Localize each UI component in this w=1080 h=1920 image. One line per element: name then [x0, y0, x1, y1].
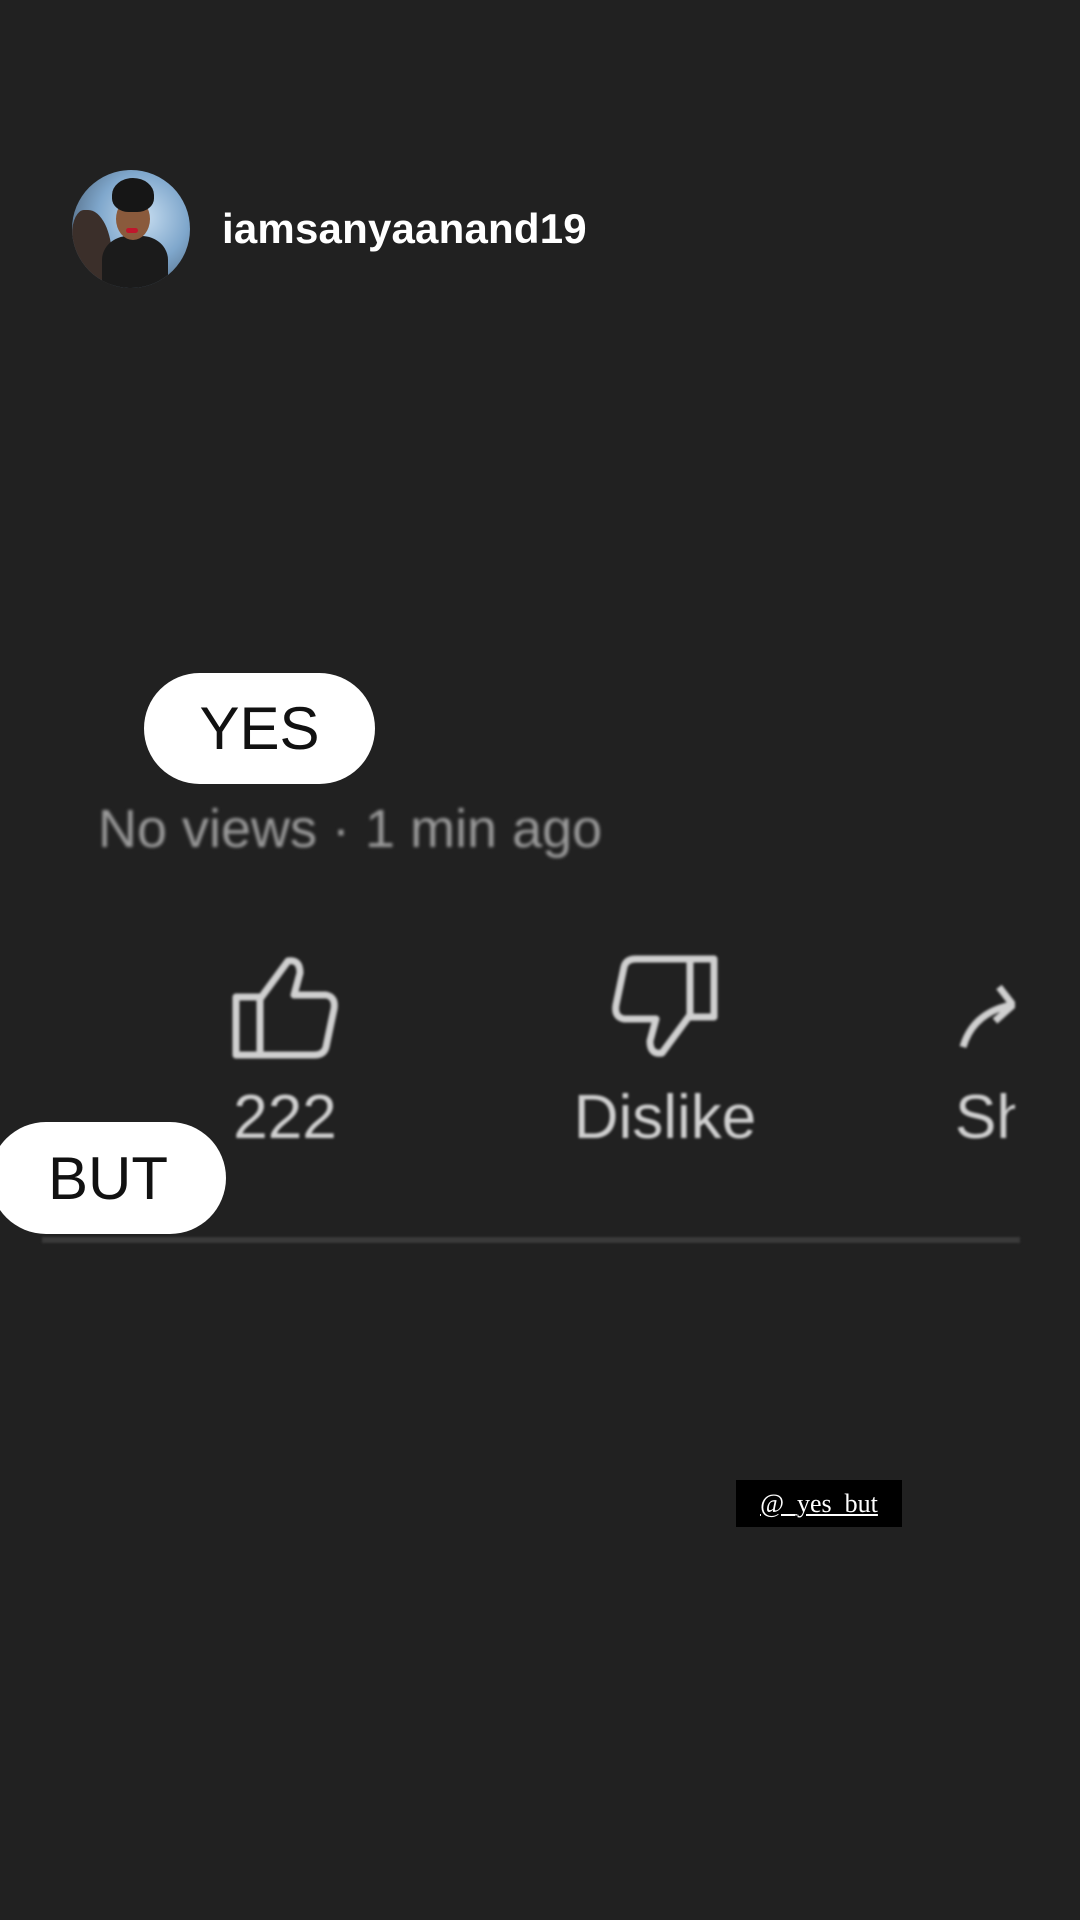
video-meta: No views · 1 min ago [98, 799, 603, 859]
thumbs-down-icon [612, 955, 718, 1057]
yes-caption: YES [144, 673, 375, 784]
avatar-body [102, 236, 168, 288]
watermark-tag[interactable]: @_yes_but [736, 1480, 902, 1527]
story-header: iamsanyaanand19 [72, 170, 587, 288]
like-count: 222 [233, 1083, 337, 1152]
like-button[interactable]: 222 [220, 955, 350, 1153]
share-icon [959, 984, 1015, 1049]
avatar-hair [112, 178, 154, 212]
username[interactable]: iamsanyaanand19 [222, 205, 587, 253]
avatar[interactable] [72, 170, 190, 288]
dislike-label: Dislike [573, 1083, 757, 1152]
dislike-button[interactable]: Dislike [560, 955, 770, 1153]
avatar-lips [126, 228, 138, 233]
divider [42, 1237, 1020, 1243]
thumbs-up-icon [232, 957, 338, 1059]
watermark-text: @_yes_but [760, 1488, 878, 1518]
share-label: Sh [955, 1083, 1015, 1152]
share-button[interactable]: Sh [955, 955, 1015, 1153]
but-caption: BUT [0, 1122, 226, 1234]
